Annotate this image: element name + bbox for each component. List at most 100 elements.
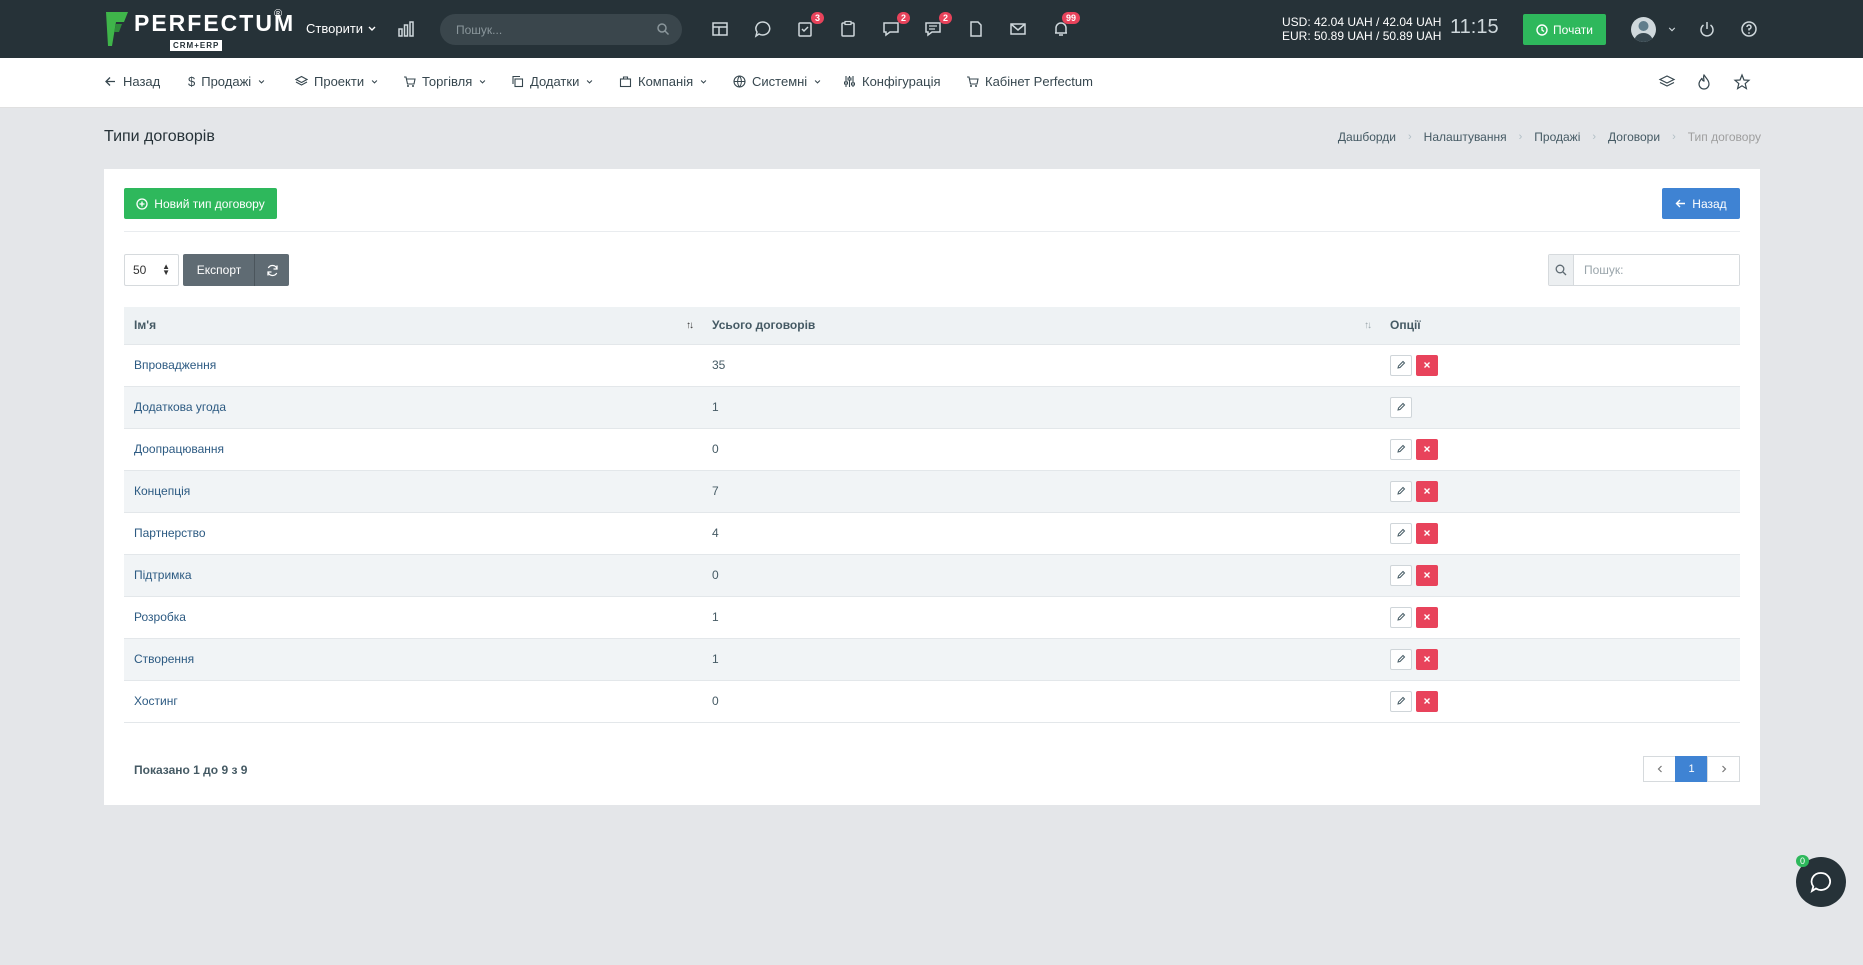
- user-menu-chevron-icon[interactable]: [1660, 17, 1684, 41]
- delete-button[interactable]: [1416, 438, 1438, 460]
- pagination-prev[interactable]: [1643, 756, 1676, 782]
- breadcrumb-item[interactable]: Налаштування: [1424, 130, 1507, 144]
- breadcrumb-item[interactable]: Продажі: [1534, 130, 1580, 144]
- nav-company[interactable]: Компанія: [619, 74, 708, 89]
- reload-button[interactable]: [254, 254, 289, 286]
- bell-icon[interactable]: 99: [1049, 12, 1080, 41]
- help-icon[interactable]: [1737, 17, 1761, 41]
- breadcrumb-current: Тип договору: [1687, 130, 1761, 144]
- clipboard-icon[interactable]: [836, 17, 860, 41]
- pagination-page[interactable]: 1: [1675, 756, 1708, 782]
- contract-type-link[interactable]: Концепція: [134, 484, 190, 498]
- cell-name: Розробка: [124, 595, 702, 638]
- edit-button[interactable]: [1390, 354, 1412, 376]
- breadcrumb-item[interactable]: Дашборди: [1338, 130, 1396, 144]
- nav-back[interactable]: Назад: [104, 74, 160, 89]
- delete-button[interactable]: [1416, 606, 1438, 628]
- edit-button[interactable]: [1390, 690, 1412, 712]
- chevron-down-icon: [814, 80, 821, 84]
- contract-type-link[interactable]: Партнерство: [134, 526, 206, 540]
- file-icon[interactable]: [964, 17, 988, 41]
- create-dropdown[interactable]: Створити: [306, 21, 377, 36]
- table-search-input[interactable]: [1574, 255, 1739, 285]
- chat-widget-button[interactable]: 0: [1796, 855, 1846, 907]
- table-row: Доопрацювання 0: [124, 427, 1740, 470]
- nav-config[interactable]: Конфігурація: [843, 74, 941, 89]
- start-timer-button[interactable]: Почати: [1523, 14, 1606, 45]
- delete-button[interactable]: [1416, 690, 1438, 712]
- edit-button[interactable]: [1390, 480, 1412, 502]
- close-icon: [1424, 530, 1430, 536]
- layers-icon[interactable]: [1658, 73, 1676, 91]
- mail-icon[interactable]: [1006, 17, 1030, 41]
- global-search[interactable]: [440, 14, 682, 45]
- contract-type-link[interactable]: Підтримка: [134, 568, 192, 582]
- nav-sales[interactable]: $ Продажі: [188, 74, 266, 89]
- nav-projects[interactable]: Проекти: [295, 74, 379, 89]
- delete-button[interactable]: [1416, 480, 1438, 502]
- discussions-icon[interactable]: 2: [921, 12, 952, 41]
- chat-badge: 0: [1796, 855, 1810, 867]
- fire-icon[interactable]: [1695, 73, 1713, 91]
- nav-projects-label: Проекти: [314, 74, 365, 89]
- edit-button[interactable]: [1390, 438, 1412, 460]
- edit-button[interactable]: [1390, 606, 1412, 628]
- avatar[interactable]: [1631, 17, 1656, 42]
- edit-button[interactable]: [1390, 522, 1412, 544]
- pagination: 1: [1643, 756, 1740, 782]
- tasks-icon[interactable]: 3: [793, 12, 824, 41]
- pagination-next[interactable]: [1707, 756, 1740, 782]
- edit-button[interactable]: [1390, 564, 1412, 586]
- column-header-total[interactable]: Усього договорів ↑↓: [702, 307, 1380, 344]
- chat-icon[interactable]: [751, 17, 775, 41]
- edit-button[interactable]: [1390, 648, 1412, 670]
- cell-total: 0: [702, 679, 1380, 723]
- table-row: Підтримка 0: [124, 553, 1740, 596]
- delete-button[interactable]: [1416, 354, 1438, 376]
- top-header: PERFECTUM CRM+ERP ® Створити 3 2 2: [0, 0, 1863, 58]
- cell-total: 35: [702, 343, 1380, 386]
- table-row: Розробка 1: [124, 595, 1740, 638]
- edit-button[interactable]: [1390, 396, 1412, 418]
- delete-button[interactable]: [1416, 522, 1438, 544]
- star-icon[interactable]: [1733, 73, 1751, 91]
- project-chat-icon[interactable]: 2: [879, 12, 910, 41]
- export-label: Експорт: [196, 263, 242, 277]
- cell-total: 1: [702, 637, 1380, 680]
- logo[interactable]: PERFECTUM CRM+ERP ®: [104, 8, 296, 51]
- back-button[interactable]: Назад: [1662, 188, 1740, 219]
- logo-title: PERFECTUM: [134, 10, 296, 36]
- nav-cabinet[interactable]: Кабінет Perfectum: [966, 74, 1093, 89]
- contract-type-link[interactable]: Створення: [134, 652, 194, 666]
- delete-button[interactable]: [1416, 564, 1438, 586]
- sliders-icon: [844, 76, 855, 87]
- close-icon: [1424, 656, 1430, 662]
- nav-addons[interactable]: Додатки: [511, 74, 594, 89]
- nav-system[interactable]: Системні: [733, 74, 822, 89]
- column-header-name[interactable]: Ім'я ↑↓: [124, 307, 702, 344]
- contract-type-link[interactable]: Доопрацювання: [134, 442, 224, 456]
- contract-types-table: Ім'я ↑↓ Усього договорів ↑↓ Опції Впрова…: [124, 307, 1740, 723]
- cart-icon: [967, 76, 979, 87]
- plus-circle-icon: [136, 197, 148, 210]
- dashboard-icon[interactable]: [708, 17, 732, 41]
- delete-button[interactable]: [1416, 648, 1438, 670]
- table-row: Додаткова угода 1: [124, 385, 1740, 428]
- new-contract-type-button[interactable]: Новий тип договору: [124, 188, 277, 219]
- close-icon: [1424, 362, 1430, 368]
- contract-type-link[interactable]: Додаткова угода: [134, 400, 226, 414]
- bar-chart-icon[interactable]: [394, 17, 418, 41]
- power-icon[interactable]: [1695, 17, 1719, 41]
- breadcrumb-item[interactable]: Договори: [1608, 130, 1660, 144]
- global-search-input[interactable]: [456, 22, 646, 37]
- nav-company-label: Компанія: [638, 74, 694, 89]
- arrow-left-icon: [105, 77, 115, 86]
- nav-back-label: Назад: [123, 74, 161, 89]
- contract-type-link[interactable]: Впровадження: [134, 358, 216, 372]
- export-button[interactable]: Експорт: [183, 254, 255, 286]
- nav-trade[interactable]: Торгівля: [403, 74, 487, 89]
- per-page-select[interactable]: 50 ▲ ▼: [124, 254, 179, 286]
- cell-name: Впровадження: [124, 343, 702, 386]
- contract-type-link[interactable]: Розробка: [134, 610, 186, 624]
- contract-type-link[interactable]: Хостинг: [134, 694, 178, 708]
